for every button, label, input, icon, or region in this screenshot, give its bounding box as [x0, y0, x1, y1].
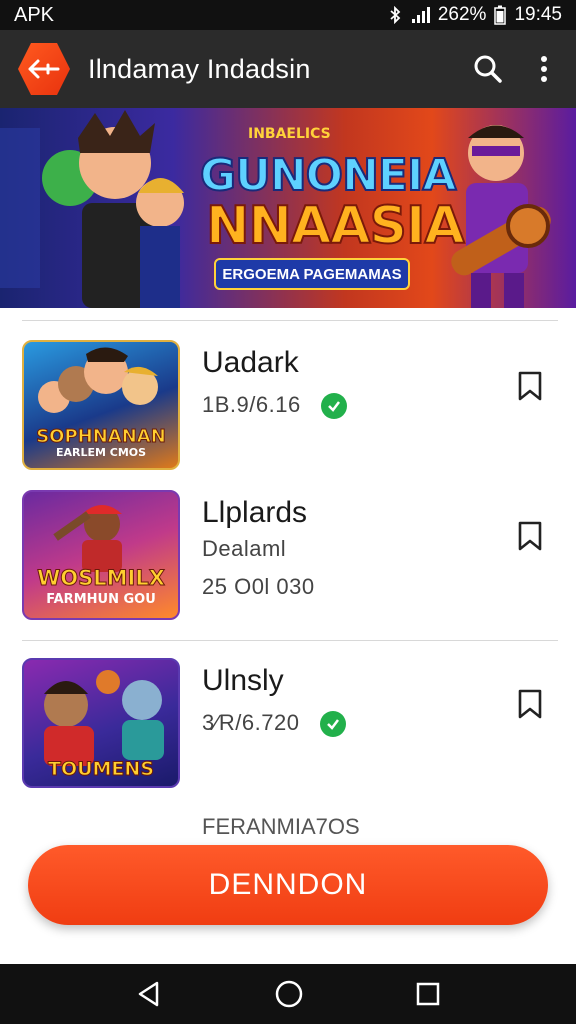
signal-icon: [411, 7, 430, 23]
list-item[interactable]: WOSLMILX FARMHUN GOU Llplards Dealaml 25…: [22, 490, 558, 624]
divider: [22, 320, 558, 321]
item-title: Llplards: [202, 496, 308, 529]
item-thumbnail: SOPHNANAN EARLEM CMOS: [22, 340, 180, 470]
item-version: 3∕R/6.720: [202, 710, 300, 735]
bookmark-button[interactable]: [512, 368, 548, 404]
item-downloads: 25 O0l 030: [202, 574, 315, 599]
bookmark-icon: [518, 371, 542, 401]
item-title: Ulnsly: [202, 664, 284, 697]
home-icon[interactable]: [274, 979, 304, 1009]
back-icon[interactable]: [135, 980, 163, 1008]
more-vert-icon: [541, 56, 547, 82]
search-button[interactable]: [464, 45, 512, 93]
bookmark-icon: [518, 689, 542, 719]
item-version-row: 3∕R/6.720: [202, 710, 347, 738]
verified-check-icon: [321, 393, 348, 420]
banner-title-line1: GUNONEIA: [199, 149, 457, 202]
status-indicators: 262% 19:45: [386, 4, 562, 26]
list-item[interactable]: SOPHNANAN EARLEM CMOS Uadark 1B.9/6.16: [22, 340, 558, 474]
item-version: 1B.9/6.16: [202, 392, 301, 417]
bookmark-button[interactable]: [512, 686, 548, 722]
banner-subtitle: ERGOEMA PAGEMAMAS: [214, 258, 410, 290]
status-bar: APK 262% 19:45: [0, 0, 576, 30]
thumbnail-subtitle: FARMHUN GOU: [46, 592, 156, 607]
thumbnail-title: SOPHNANAN: [36, 426, 167, 448]
download-button[interactable]: DENNDON: [28, 845, 548, 925]
thumbnail-subtitle: EARLEM CMOS: [55, 446, 147, 459]
system-nav-bar: [0, 964, 576, 1024]
banner-small-text: INBAELICS: [248, 126, 331, 142]
verified-check-icon: [320, 711, 347, 738]
overflow-menu-button[interactable]: [520, 45, 568, 93]
thumbnail-title: TOUMENS: [47, 758, 154, 781]
list-item[interactable]: TOUMENS Ulnsly 3∕R/6.720: [22, 658, 558, 792]
banner-title-line2: NNAASIA: [205, 195, 466, 257]
item-thumbnail: TOUMENS: [22, 658, 180, 788]
bluetooth-icon: [390, 6, 401, 24]
battery-icon: [494, 5, 507, 25]
item-thumbnail: WOSLMILX FARMHUN GOU: [22, 490, 180, 620]
item-title: Uadark: [202, 346, 299, 379]
thumbnail-title: WOSLMILX: [37, 566, 166, 591]
app-title: Ilndamay Indadsin: [88, 53, 311, 84]
item-developer: Dealaml: [202, 536, 287, 561]
footer-label: FERANMIA7OS: [202, 814, 360, 839]
promo-banner[interactable]: INBAELICS GUNONEIA NNAASIA ERGOEMA PAGEM…: [0, 108, 576, 308]
banner-characters-left: [0, 110, 184, 308]
status-left-label: APK: [14, 3, 55, 26]
item-version-row: 1B.9/6.16: [202, 392, 348, 420]
recents-icon[interactable]: [415, 981, 441, 1007]
status-time: 19:45: [514, 4, 562, 25]
bookmark-icon: [518, 521, 542, 551]
battery-percent: 262%: [437, 4, 487, 25]
app-bar: Ilndamay Indadsin: [0, 30, 576, 108]
search-icon: [474, 55, 502, 83]
divider: [22, 640, 558, 641]
bookmark-button[interactable]: [512, 518, 548, 554]
app-logo-icon[interactable]: [18, 43, 70, 95]
